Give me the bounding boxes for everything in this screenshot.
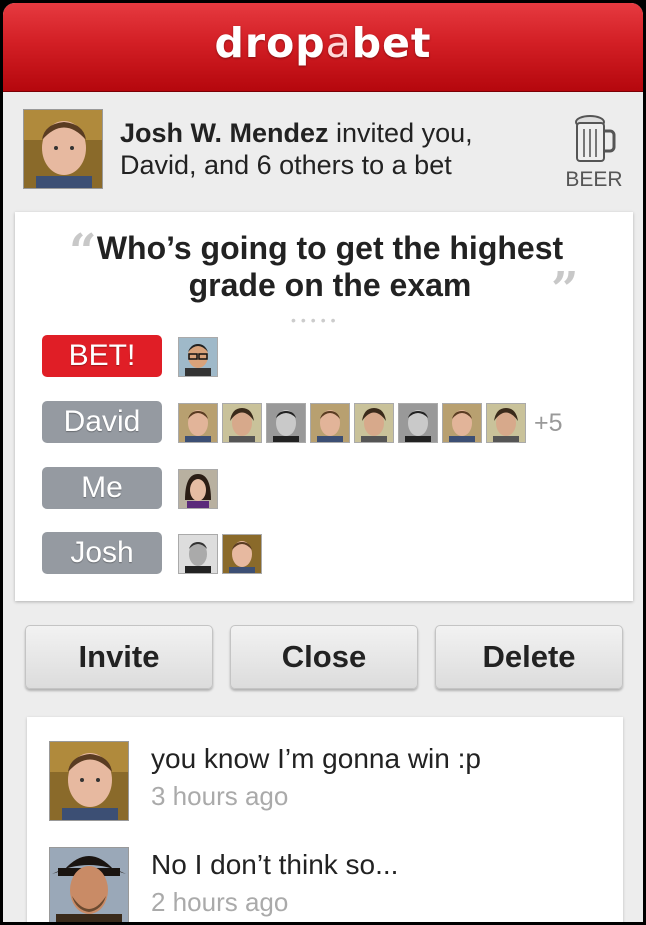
commenter-avatar[interactable]	[49, 847, 129, 922]
comment-item: No I don’t think so... 2 hours ago	[27, 823, 623, 922]
option-button-david[interactable]: David	[42, 401, 162, 443]
bet-button[interactable]: BET!	[42, 335, 162, 377]
option-row-josh: Josh	[39, 530, 629, 576]
stake-label: BEER	[565, 168, 623, 191]
voter-avatar[interactable]	[178, 403, 218, 443]
top-bar: dropabet	[3, 3, 643, 92]
close-quote-icon: ”	[551, 262, 579, 318]
voter-avatar[interactable]	[178, 469, 218, 509]
inviter-name[interactable]: Josh W. Mendez	[120, 118, 329, 148]
comment-text: No I don’t think so...	[151, 849, 399, 880]
comment-text: you know I’m gonna win :p	[151, 743, 481, 774]
invite-message: Josh W. Mendez invited you, David, and 6…	[120, 117, 540, 181]
delete-button[interactable]: Delete	[435, 625, 623, 689]
invite-suffix: invited you,	[336, 118, 473, 148]
voter-avatar[interactable]	[178, 337, 218, 377]
invite-button[interactable]: Invite	[25, 625, 213, 689]
voter-avatar[interactable]	[178, 534, 218, 574]
voter-avatar[interactable]	[442, 403, 482, 443]
inviter-avatar[interactable]	[23, 109, 103, 189]
option-row-me: Me	[39, 465, 629, 511]
beer-mug-icon	[572, 115, 616, 165]
app-screen: dropabet Josh W. Mendez invited you, Dav…	[3, 3, 643, 922]
voter-avatar[interactable]	[398, 403, 438, 443]
voter-avatar[interactable]	[266, 403, 306, 443]
more-voters-count[interactable]: +5	[534, 409, 563, 438]
close-button[interactable]: Close	[230, 625, 418, 689]
action-bar: Invite Close Delete	[3, 625, 643, 693]
voter-avatar[interactable]	[486, 403, 526, 443]
option-button-me[interactable]: Me	[42, 467, 162, 509]
bet-question: Who’s going to get the highest grade on t…	[96, 230, 564, 303]
option-row-bet: BET!	[39, 333, 629, 379]
invite-line2: David, and 6 others to a bet	[120, 150, 452, 180]
bet-card: “ Who’s going to get the highest grade on…	[15, 212, 633, 601]
divider-dots: •••••	[291, 312, 341, 328]
comment-list: you know I’m gonna win :p 3 hours ago No…	[27, 717, 623, 922]
voter-avatar[interactable]	[310, 403, 350, 443]
voter-avatar[interactable]	[354, 403, 394, 443]
voter-avatar[interactable]	[222, 534, 262, 574]
comment-timestamp: 2 hours ago	[151, 887, 289, 917]
comment-item: you know I’m gonna win :p 3 hours ago	[27, 717, 623, 821]
voter-avatar[interactable]	[222, 403, 262, 443]
option-button-josh[interactable]: Josh	[42, 532, 162, 574]
comment-timestamp: 3 hours ago	[151, 781, 289, 811]
invite-header: Josh W. Mendez invited you, David, and 6…	[3, 103, 643, 203]
app-logo: dropabet	[214, 19, 432, 67]
commenter-avatar[interactable]	[49, 741, 129, 821]
option-row-david: David +5	[39, 399, 629, 445]
